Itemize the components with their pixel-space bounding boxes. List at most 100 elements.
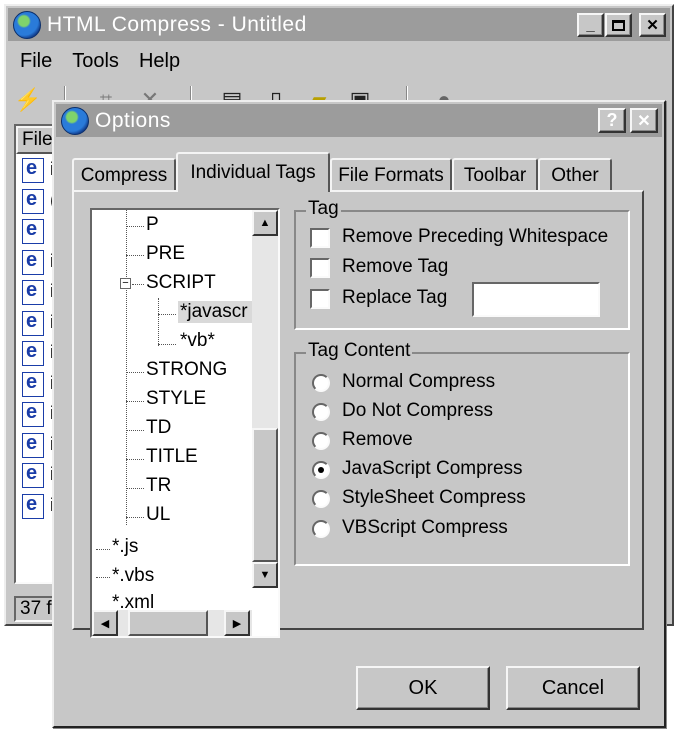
replace-tag-checkbox[interactable] <box>310 289 330 309</box>
main-close-button[interactable]: ✕ <box>639 13 666 37</box>
html-file-icon <box>22 493 44 519</box>
tab-panel: P PRE − SCRIPT *javascr *vb* STRONG STYL… <box>72 190 644 638</box>
menu-bar: File Tools Help <box>8 44 670 78</box>
do-not-compress-label[interactable]: Do Not Compress <box>342 400 493 422</box>
tree-line <box>126 226 144 227</box>
tree-line <box>158 314 176 315</box>
tree-line <box>132 284 144 285</box>
tree-line <box>126 401 144 402</box>
tree-node[interactable]: SCRIPT <box>146 272 216 294</box>
normal-compress-label[interactable]: Normal Compress <box>342 371 495 393</box>
remove-tag-label[interactable]: Remove Tag <box>342 256 448 278</box>
tree-line <box>158 298 159 346</box>
html-file-icon <box>22 371 44 397</box>
dialog-globe-icon <box>61 106 89 135</box>
html-file-icon <box>22 310 44 336</box>
maximize-icon <box>612 19 625 31</box>
tree-line <box>126 430 144 431</box>
tree-line <box>126 255 144 256</box>
remove-tag-checkbox[interactable] <box>310 258 330 278</box>
replace-tag-input[interactable] <box>472 282 600 317</box>
dialog-titlebar[interactable]: Options ? ✕ <box>56 104 662 137</box>
html-file-icon <box>22 157 44 183</box>
javascript-compress-radio[interactable] <box>312 461 330 479</box>
tree-line <box>126 459 144 460</box>
tree-node-selected[interactable]: *javascr <box>178 301 254 323</box>
menu-help[interactable]: Help <box>139 50 180 73</box>
options-dialog: Options ? ✕ Compress Individual Tags Fil… <box>52 100 666 728</box>
tab-compress[interactable]: Compress <box>72 158 176 192</box>
tab-other[interactable]: Other <box>538 158 612 192</box>
minimize-icon: _ <box>586 16 595 34</box>
stylesheet-compress-radio[interactable] <box>312 490 330 508</box>
cancel-button[interactable]: Cancel <box>506 666 640 710</box>
dialog-title: Options <box>95 108 171 132</box>
remove-whitespace-label[interactable]: Remove Preceding Whitespace <box>342 226 608 248</box>
maximize-button[interactable] <box>605 13 632 37</box>
collapse-icon[interactable]: − <box>120 278 131 289</box>
tree-node[interactable]: *.vbs <box>112 565 154 587</box>
html-file-icon <box>22 249 44 275</box>
tree-node[interactable]: *.js <box>112 536 138 558</box>
tree-node[interactable]: PRE <box>146 243 185 265</box>
tag-content-group: Tag Content Normal Compress Do Not Compr… <box>294 340 630 566</box>
normal-compress-radio[interactable] <box>312 374 330 392</box>
tree-line <box>126 210 127 525</box>
tag-group-legend: Tag <box>306 198 341 220</box>
tree-node[interactable]: UL <box>146 504 170 526</box>
remove-label[interactable]: Remove <box>342 429 413 451</box>
tag-tree[interactable]: P PRE − SCRIPT *javascr *vb* STRONG STYL… <box>90 208 280 638</box>
tree-vertical-scrollbar[interactable]: ▲ ▼ <box>252 210 278 588</box>
tree-node[interactable]: TITLE <box>146 446 198 468</box>
tree-line <box>96 577 110 578</box>
tree-line <box>158 344 176 345</box>
tree-horizontal-scrollbar[interactable]: ◀ ▶ <box>92 610 252 636</box>
tree-line <box>126 488 144 489</box>
vbscript-compress-radio[interactable] <box>312 520 330 538</box>
tree-node[interactable]: *vb* <box>180 330 215 352</box>
menu-file[interactable]: File <box>20 50 52 73</box>
scroll-thumb[interactable] <box>128 610 208 636</box>
tree-node[interactable]: TR <box>146 475 171 497</box>
tree-node[interactable]: STYLE <box>146 388 206 410</box>
scroll-down-icon[interactable]: ▼ <box>252 562 278 588</box>
replace-tag-label[interactable]: Replace Tag <box>342 287 447 309</box>
tree-line <box>126 372 144 373</box>
minimize-button[interactable]: _ <box>577 13 604 37</box>
vbscript-compress-label[interactable]: VBScript Compress <box>342 517 508 539</box>
html-file-icon <box>22 340 44 366</box>
javascript-compress-label[interactable]: JavaScript Compress <box>342 458 523 480</box>
tag-content-legend: Tag Content <box>306 340 413 362</box>
tree-node[interactable]: P <box>146 214 159 236</box>
scroll-left-icon[interactable]: ◀ <box>92 610 118 636</box>
menu-tools[interactable]: Tools <box>72 50 119 73</box>
app-globe-icon <box>13 10 41 39</box>
main-window-title: HTML Compress - Untitled <box>47 12 307 36</box>
main-titlebar[interactable]: HTML Compress - Untitled _ ✕ <box>8 8 670 41</box>
ok-button[interactable]: OK <box>356 666 490 710</box>
do-not-compress-radio[interactable] <box>312 403 330 421</box>
stylesheet-compress-label[interactable]: StyleSheet Compress <box>342 487 526 509</box>
scroll-up-icon[interactable]: ▲ <box>252 210 278 236</box>
tree-node[interactable]: TD <box>146 417 171 439</box>
tab-strip: Compress Individual Tags File Formats To… <box>72 152 652 192</box>
scroll-right-icon[interactable]: ▶ <box>224 610 250 636</box>
tree-node[interactable]: *.xml <box>112 592 154 608</box>
tree-line <box>126 517 144 518</box>
tab-file-formats[interactable]: File Formats <box>330 158 452 192</box>
help-button[interactable]: ? <box>598 108 626 133</box>
lightning-icon[interactable]: ⚡ <box>14 86 42 114</box>
html-file-icon <box>22 188 44 214</box>
tree-node[interactable]: STRONG <box>146 359 227 381</box>
tab-individual-tags[interactable]: Individual Tags <box>176 152 330 192</box>
dialog-close-button[interactable]: ✕ <box>630 108 658 133</box>
html-file-icon <box>22 462 44 488</box>
remove-radio[interactable] <box>312 432 330 450</box>
remove-whitespace-checkbox[interactable] <box>310 228 330 248</box>
html-file-icon <box>22 401 44 427</box>
tab-toolbar[interactable]: Toolbar <box>452 158 538 192</box>
tree-line <box>96 549 110 550</box>
html-file-icon <box>22 432 44 458</box>
scroll-thumb[interactable] <box>252 428 278 562</box>
html-file-icon <box>22 218 44 244</box>
